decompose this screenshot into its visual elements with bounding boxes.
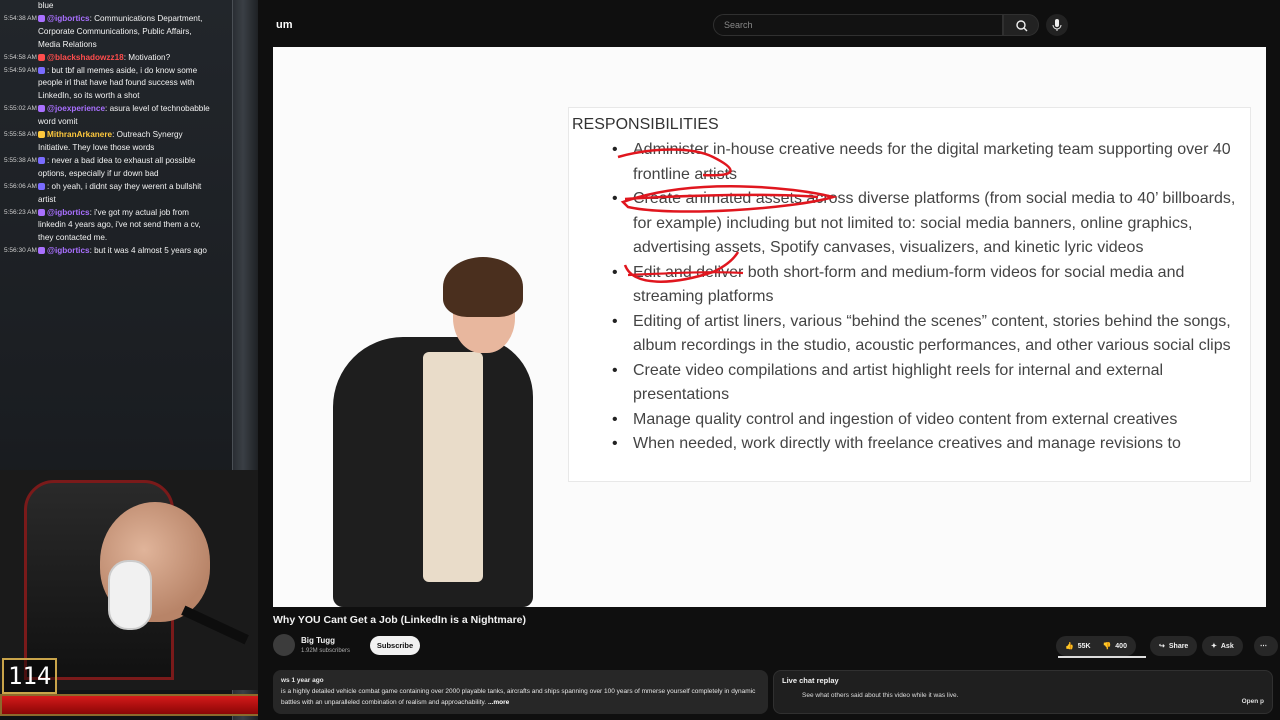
more-actions-button[interactable]: ⋯ (1254, 636, 1278, 656)
chat-text: : never a bad idea to exhaust all possib… (38, 155, 196, 178)
dislike-icon[interactable]: 👎 (1103, 642, 1112, 650)
chat-text: : but it was 4 almost 5 years ago (89, 246, 207, 256)
share-label: Share (1168, 642, 1189, 650)
youtube-page: um Search RESPONSIBILITIES Administer in… (258, 0, 1280, 720)
chat-username[interactable]: @blackshadowzz18 (47, 53, 124, 62)
presenter-hair (443, 257, 523, 317)
description-text: is a highly detailed vehicle combat game… (281, 688, 756, 706)
job-description-document: RESPONSIBILITIES Administer in-house cre… (568, 107, 1251, 482)
responsibility-item: Manage quality control and ingestion of … (572, 408, 1250, 433)
chat-username[interactable]: @igbortics (47, 208, 90, 217)
dislike-count: 400 (1115, 642, 1127, 650)
open-chat-button[interactable]: Open p (1242, 698, 1264, 705)
chat-replay-subtitle: See what others said about this video wh… (802, 692, 959, 699)
chat-badge-icon (38, 208, 45, 216)
chat-badge-icon (38, 53, 45, 61)
search-input[interactable]: Search (713, 14, 1003, 36)
yt-header: um Search (258, 0, 1280, 46)
stream-chat: blue 5:54:38 AM @igbortics: Communications… (4, 0, 216, 258)
share-button[interactable]: ↪ Share (1150, 636, 1198, 656)
chat-badge-icon (38, 105, 45, 113)
sparkle-icon: ✦ (1211, 643, 1217, 650)
share-icon: ↪ (1159, 643, 1165, 650)
chat-text: : oh yeah, i didnt say they werent a bul… (38, 181, 202, 204)
microphone-icon (1052, 19, 1062, 31)
video-description[interactable]: ws 1 year ago is a highly detailed vehic… (273, 670, 768, 714)
responsibility-item: Create animated assets across diverse pl… (572, 187, 1250, 261)
chat-timestamp: 5:55:58 AM (4, 131, 37, 139)
video-title: Why YOU Cant Get a Job (LinkedIn is a Ni… (273, 614, 527, 626)
chat-text: blue (38, 1, 54, 10)
description-meta: ws 1 year ago (281, 677, 324, 684)
chat-badge-icon (38, 66, 45, 74)
chat-username[interactable]: @igbortics (47, 14, 90, 23)
responsibility-item: When needed, work directly with freelanc… (572, 432, 1250, 457)
doc-heading: RESPONSIBILITIES (572, 116, 719, 133)
chat-message: 5:55:38 AM: never a bad idea to exhaust … (4, 155, 216, 181)
chat-badge-icon (38, 14, 45, 22)
responsibility-item: Editing of artist liners, various “behin… (572, 310, 1250, 359)
responsibility-item: Administer in-house creative needs for t… (572, 138, 1250, 187)
chat-timestamp: 5:54:38 AM (4, 14, 37, 22)
show-more-link[interactable]: ...more (488, 699, 509, 706)
search-button[interactable] (1003, 14, 1039, 36)
channel-name[interactable]: Big Tugg (301, 636, 335, 645)
like-dislike-group[interactable]: 👍 55K 👎 400 (1056, 636, 1136, 656)
headset (108, 560, 152, 630)
chat-timestamp: 5:55:38 AM (4, 156, 37, 164)
chat-message: 5:56:30 AM @igbortics: but it was 4 almos… (4, 245, 216, 258)
microphone-arm (181, 605, 249, 645)
chat-message: blue (4, 0, 216, 13)
chat-timestamp: 5:56:06 AM (4, 182, 37, 190)
chat-message: 5:54:59 AM: but tbf all memes aside, i d… (4, 65, 216, 104)
video-player[interactable]: RESPONSIBILITIES Administer in-house cre… (273, 47, 1266, 607)
chat-message: 5:56:06 AM: oh yeah, i didnt say they we… (4, 181, 216, 207)
chat-timestamp: 5:55:02 AM (4, 105, 37, 113)
chat-timestamp: 5:56:23 AM (4, 208, 37, 216)
chat-username[interactable]: @joexperience (47, 104, 105, 113)
webcam-feed (0, 470, 258, 690)
chat-timestamp: 5:54:59 AM (4, 66, 37, 74)
chat-badge-icon (38, 156, 45, 164)
like-ratio-bar (1058, 656, 1146, 658)
responsibilities-list: Administer in-house creative needs for t… (572, 138, 1250, 457)
subscriber-count: 1.92M subscribers (301, 648, 351, 654)
viewer-counter: 114 (2, 658, 58, 694)
chat-message: 5:56:23 AM @igbortics: i've got my actual… (4, 207, 216, 246)
like-count: 55K (1077, 642, 1091, 650)
like-icon[interactable]: 👍 (1065, 642, 1074, 650)
chat-badge-icon (38, 247, 45, 255)
responsibility-item: Create video compilations and artist hig… (572, 359, 1250, 408)
search-icon (1016, 20, 1028, 32)
chat-text: : but tbf all memes aside, i do know som… (38, 65, 198, 101)
ask-label: Ask (1220, 642, 1234, 650)
presenter-shirt (423, 352, 483, 582)
chat-username[interactable]: @igbortics (47, 246, 90, 255)
chat-message: 5:54:58 AM @blackshadowzz18: Motivation? (4, 52, 216, 65)
ask-button[interactable]: ✦ Ask (1202, 636, 1243, 656)
chat-badge-icon (38, 131, 45, 139)
chat-replay-title: Live chat replay (782, 676, 839, 685)
chat-message: 5:54:38 AM @igbortics: Communications Dep… (4, 13, 216, 52)
chat-badge-icon (38, 182, 45, 190)
chat-username[interactable]: MithranArkanere (47, 130, 112, 139)
chat-text: : Motivation? (123, 52, 171, 62)
presenter-figure (333, 257, 543, 607)
chat-message: 5:55:02 AM @joexperience: asura level of … (4, 103, 216, 129)
channel-avatar[interactable] (273, 634, 295, 656)
responsibility-item: Edit and deliver both short-form and med… (572, 261, 1250, 310)
chat-timestamp: 5:56:30 AM (4, 247, 37, 255)
more-icon: ⋯ (1260, 643, 1267, 650)
yt-logo[interactable]: um (276, 19, 293, 31)
live-chat-replay: Live chat replay See what others said ab… (773, 670, 1273, 714)
voice-search-button[interactable] (1046, 14, 1068, 36)
chat-timestamp: 5:54:58 AM (4, 53, 37, 61)
chat-message: 5:55:58 AM MithranArkanere: Outreach Syne… (4, 129, 216, 155)
subscribe-button[interactable]: Subscribe (370, 636, 420, 655)
